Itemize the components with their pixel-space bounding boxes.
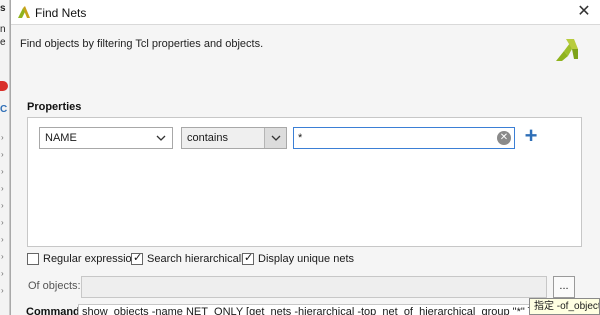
dialog-titlebar[interactable]: Find Nets ✕ [11,0,600,25]
chevron-right-icon[interactable]: › [1,150,4,159]
chevron-right-icon[interactable]: › [1,252,4,261]
regular-expression-label: Regular expression [43,253,138,265]
property-name-select[interactable]: NAME [39,127,173,149]
chevron-right-icon[interactable]: › [1,235,4,244]
search-hierarchically-option[interactable]: Search hierarchically [131,251,250,265]
background-text-fragment: C [0,104,8,115]
find-nets-dialog: Find Nets ✕ Find objects by filtering Tc… [10,0,600,315]
chevron-right-icon[interactable]: › [1,133,4,142]
of-objects-label: Of objects: [28,280,81,292]
background-text-fragment: n [0,24,6,35]
browse-objects-button[interactable]: ... [553,276,575,298]
search-hierarchically-label: Search hierarchically [147,253,250,265]
chevron-right-icon[interactable]: › [1,184,4,193]
chevron-right-icon[interactable]: › [1,269,4,278]
background-text-fragment: s [0,3,6,14]
operator-select[interactable]: contains [181,127,287,149]
close-button[interactable]: ✕ [575,3,593,21]
chevron-right-icon[interactable]: › [1,286,4,295]
properties-panel: NAME contains * ✕ + [27,117,582,247]
filter-value-input[interactable]: * ✕ [293,127,515,149]
add-filter-button[interactable]: + [521,125,541,148]
tooltip: 指定 -of_objects [529,298,600,315]
regular-expression-checkbox[interactable] [27,253,39,265]
error-badge-icon [0,81,8,91]
display-unique-nets-label: Display unique nets [258,253,355,265]
search-hierarchically-checkbox[interactable] [131,251,143,265]
command-label: Command: [26,306,84,315]
regular-expression-option[interactable]: Regular expression [27,253,138,265]
filter-value-text: * [298,132,303,144]
background-text-fragment: e [0,37,6,48]
property-name-value: NAME [45,132,77,144]
dialog-description: Find objects by filtering Tcl properties… [20,38,264,50]
xilinx-logo-icon [556,39,578,61]
of-objects-input[interactable] [81,276,547,298]
command-field[interactable]: show_objects -name NET_ONLY [get_nets -h… [78,304,530,315]
background-app-panel: s n e C › › › › › › › › › › [0,0,10,315]
chevron-down-icon [264,128,286,148]
properties-label: Properties [27,101,82,113]
chevron-right-icon[interactable]: › [1,167,4,176]
display-unique-nets-option[interactable]: Display unique nets [242,251,355,265]
dialog-title: Find Nets [35,6,87,20]
chevron-right-icon[interactable]: › [1,201,4,210]
chevron-right-icon[interactable]: › [1,218,4,227]
vivado-logo-icon [18,6,30,18]
clear-value-icon[interactable]: ✕ [497,131,511,145]
display-unique-nets-checkbox[interactable] [242,251,254,265]
operator-value: contains [187,132,228,144]
chevron-down-icon [150,128,172,148]
